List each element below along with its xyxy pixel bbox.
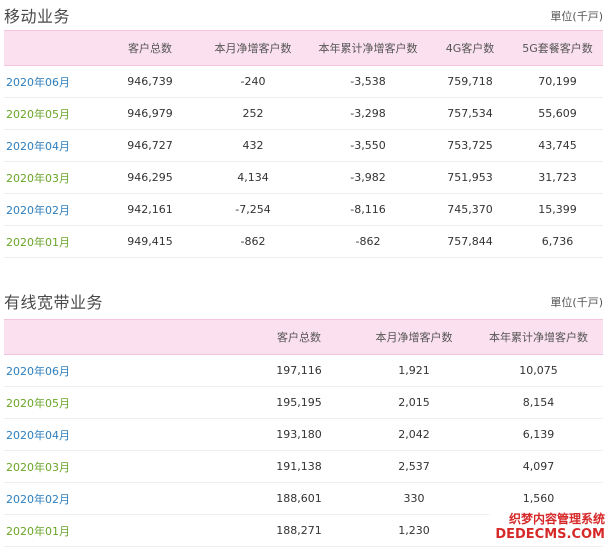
month-link[interactable]: 2020年03月 bbox=[4, 161, 102, 194]
cell-total: 946,727 bbox=[102, 129, 198, 162]
table-row: 2020年03月 191,138 2,537 4,097 bbox=[4, 450, 603, 483]
column-header: 客户总数 bbox=[244, 319, 354, 355]
month-link[interactable]: 2020年03月 bbox=[4, 450, 244, 483]
column-header bbox=[4, 30, 102, 66]
column-header bbox=[4, 319, 244, 355]
cell-5g: 55,609 bbox=[512, 97, 603, 130]
table-row: 2020年05月 946,979 252 -3,298 757,534 55,6… bbox=[4, 97, 603, 130]
cell-month-net: 4,134 bbox=[198, 161, 308, 194]
broadband-unit-label: 單位(千戸) bbox=[550, 296, 603, 309]
cell-ytd-net: -862 bbox=[308, 225, 428, 258]
cell-4g: 757,534 bbox=[428, 97, 512, 130]
cell-4g: 759,718 bbox=[428, 65, 512, 98]
cell-total: 946,295 bbox=[102, 161, 198, 194]
cell-5g: 15,399 bbox=[512, 193, 603, 226]
table-row: 2020年03月 946,295 4,134 -3,982 751,953 31… bbox=[4, 161, 603, 194]
watermark-text: 织梦内容管理系统 bbox=[508, 512, 605, 526]
column-header: 本年累计净增客户数 bbox=[474, 319, 603, 355]
cell-total: 188,271 bbox=[244, 514, 354, 547]
column-header: 本年累计净增客户数 bbox=[308, 30, 428, 66]
table-header-row: 客户总数 本月净增客户数 本年累计净增客户数 4G客户数 5G套餐客户数 bbox=[4, 30, 603, 66]
month-link[interactable]: 2020年06月 bbox=[4, 354, 244, 387]
cell-total: 188,601 bbox=[244, 482, 354, 515]
table-row: 2020年06月 946,739 -240 -3,538 759,718 70,… bbox=[4, 65, 603, 98]
cell-month-net: -240 bbox=[198, 65, 308, 98]
cell-ytd-net: -8,116 bbox=[308, 193, 428, 226]
cell-ytd-net: 6,139 bbox=[474, 418, 603, 451]
cell-ytd-net: 4,097 bbox=[474, 450, 603, 483]
table-row: 2020年06月 197,116 1,921 10,075 bbox=[4, 354, 603, 387]
mobile-title: 移动业务 bbox=[4, 7, 71, 26]
cell-ytd-net: -3,298 bbox=[308, 97, 428, 130]
column-header: 本月净增客户数 bbox=[198, 30, 308, 66]
table-row: 2020年05月 195,195 2,015 8,154 bbox=[4, 386, 603, 419]
cell-total: 191,138 bbox=[244, 450, 354, 483]
column-header: 4G客户数 bbox=[428, 30, 512, 66]
mobile-unit-label: 單位(千戸) bbox=[550, 10, 603, 23]
cell-ytd-net: -3,550 bbox=[308, 129, 428, 162]
cell-4g: 757,844 bbox=[428, 225, 512, 258]
column-header: 客户总数 bbox=[102, 30, 198, 66]
month-link[interactable]: 2020年01月 bbox=[4, 225, 102, 258]
watermark: 织梦内容管理系统 DEDECMS.COM bbox=[489, 510, 607, 544]
cell-month-net: 432 bbox=[198, 129, 308, 162]
cell-5g: 31,723 bbox=[512, 161, 603, 194]
cell-ytd-net: 10,075 bbox=[474, 354, 603, 387]
cell-month-net: 330 bbox=[354, 482, 474, 515]
cell-5g: 70,199 bbox=[512, 65, 603, 98]
table-row: 2020年01月 949,415 -862 -862 757,844 6,736 bbox=[4, 225, 603, 258]
cell-total: 946,979 bbox=[102, 97, 198, 130]
broadband-title: 有线宽带业务 bbox=[4, 293, 104, 312]
month-link[interactable]: 2020年06月 bbox=[4, 65, 102, 98]
cell-month-net: -7,254 bbox=[198, 193, 308, 226]
month-link[interactable]: 2020年05月 bbox=[4, 386, 244, 419]
cell-total: 949,415 bbox=[102, 225, 198, 258]
column-header: 本月净增客户数 bbox=[354, 319, 474, 355]
month-link[interactable]: 2020年04月 bbox=[4, 129, 102, 162]
cell-month-net: 2,042 bbox=[354, 418, 474, 451]
cell-month-net: 1,230 bbox=[354, 514, 474, 547]
table-row: 2020年02月 942,161 -7,254 -8,116 745,370 1… bbox=[4, 193, 603, 226]
cell-month-net: 2,015 bbox=[354, 386, 474, 419]
month-link[interactable]: 2020年02月 bbox=[4, 482, 244, 515]
cell-month-net: 252 bbox=[198, 97, 308, 130]
cell-total: 197,116 bbox=[244, 354, 354, 387]
month-link[interactable]: 2020年01月 bbox=[4, 514, 244, 547]
cell-ytd-net: 8,154 bbox=[474, 386, 603, 419]
column-header: 5G套餐客户数 bbox=[512, 30, 603, 66]
cell-4g: 745,370 bbox=[428, 193, 512, 226]
watermark-domain: DEDECMS.COM bbox=[495, 527, 605, 542]
month-link[interactable]: 2020年04月 bbox=[4, 418, 244, 451]
cell-total: 195,195 bbox=[244, 386, 354, 419]
table-row: 2020年04月 193,180 2,042 6,139 bbox=[4, 418, 603, 451]
cell-month-net: 2,537 bbox=[354, 450, 474, 483]
table-row: 2020年04月 946,727 432 -3,550 753,725 43,7… bbox=[4, 129, 603, 162]
cell-ytd-net: -3,538 bbox=[308, 65, 428, 98]
cell-5g: 6,736 bbox=[512, 225, 603, 258]
cell-month-net: 1,921 bbox=[354, 354, 474, 387]
cell-4g: 753,725 bbox=[428, 129, 512, 162]
month-link[interactable]: 2020年05月 bbox=[4, 97, 102, 130]
month-link[interactable]: 2020年02月 bbox=[4, 193, 102, 226]
cell-total: 193,180 bbox=[244, 418, 354, 451]
cell-month-net: -862 bbox=[198, 225, 308, 258]
cell-total: 946,739 bbox=[102, 65, 198, 98]
cell-ytd-net: -3,982 bbox=[308, 161, 428, 194]
cell-total: 942,161 bbox=[102, 193, 198, 226]
mobile-table: 客户总数 本月净增客户数 本年累计净增客户数 4G客户数 5G套餐客户数 202… bbox=[4, 30, 603, 258]
cell-4g: 751,953 bbox=[428, 161, 512, 194]
table-header-row: 客户总数 本月净增客户数 本年累计净增客户数 bbox=[4, 319, 603, 355]
cell-5g: 43,745 bbox=[512, 129, 603, 162]
